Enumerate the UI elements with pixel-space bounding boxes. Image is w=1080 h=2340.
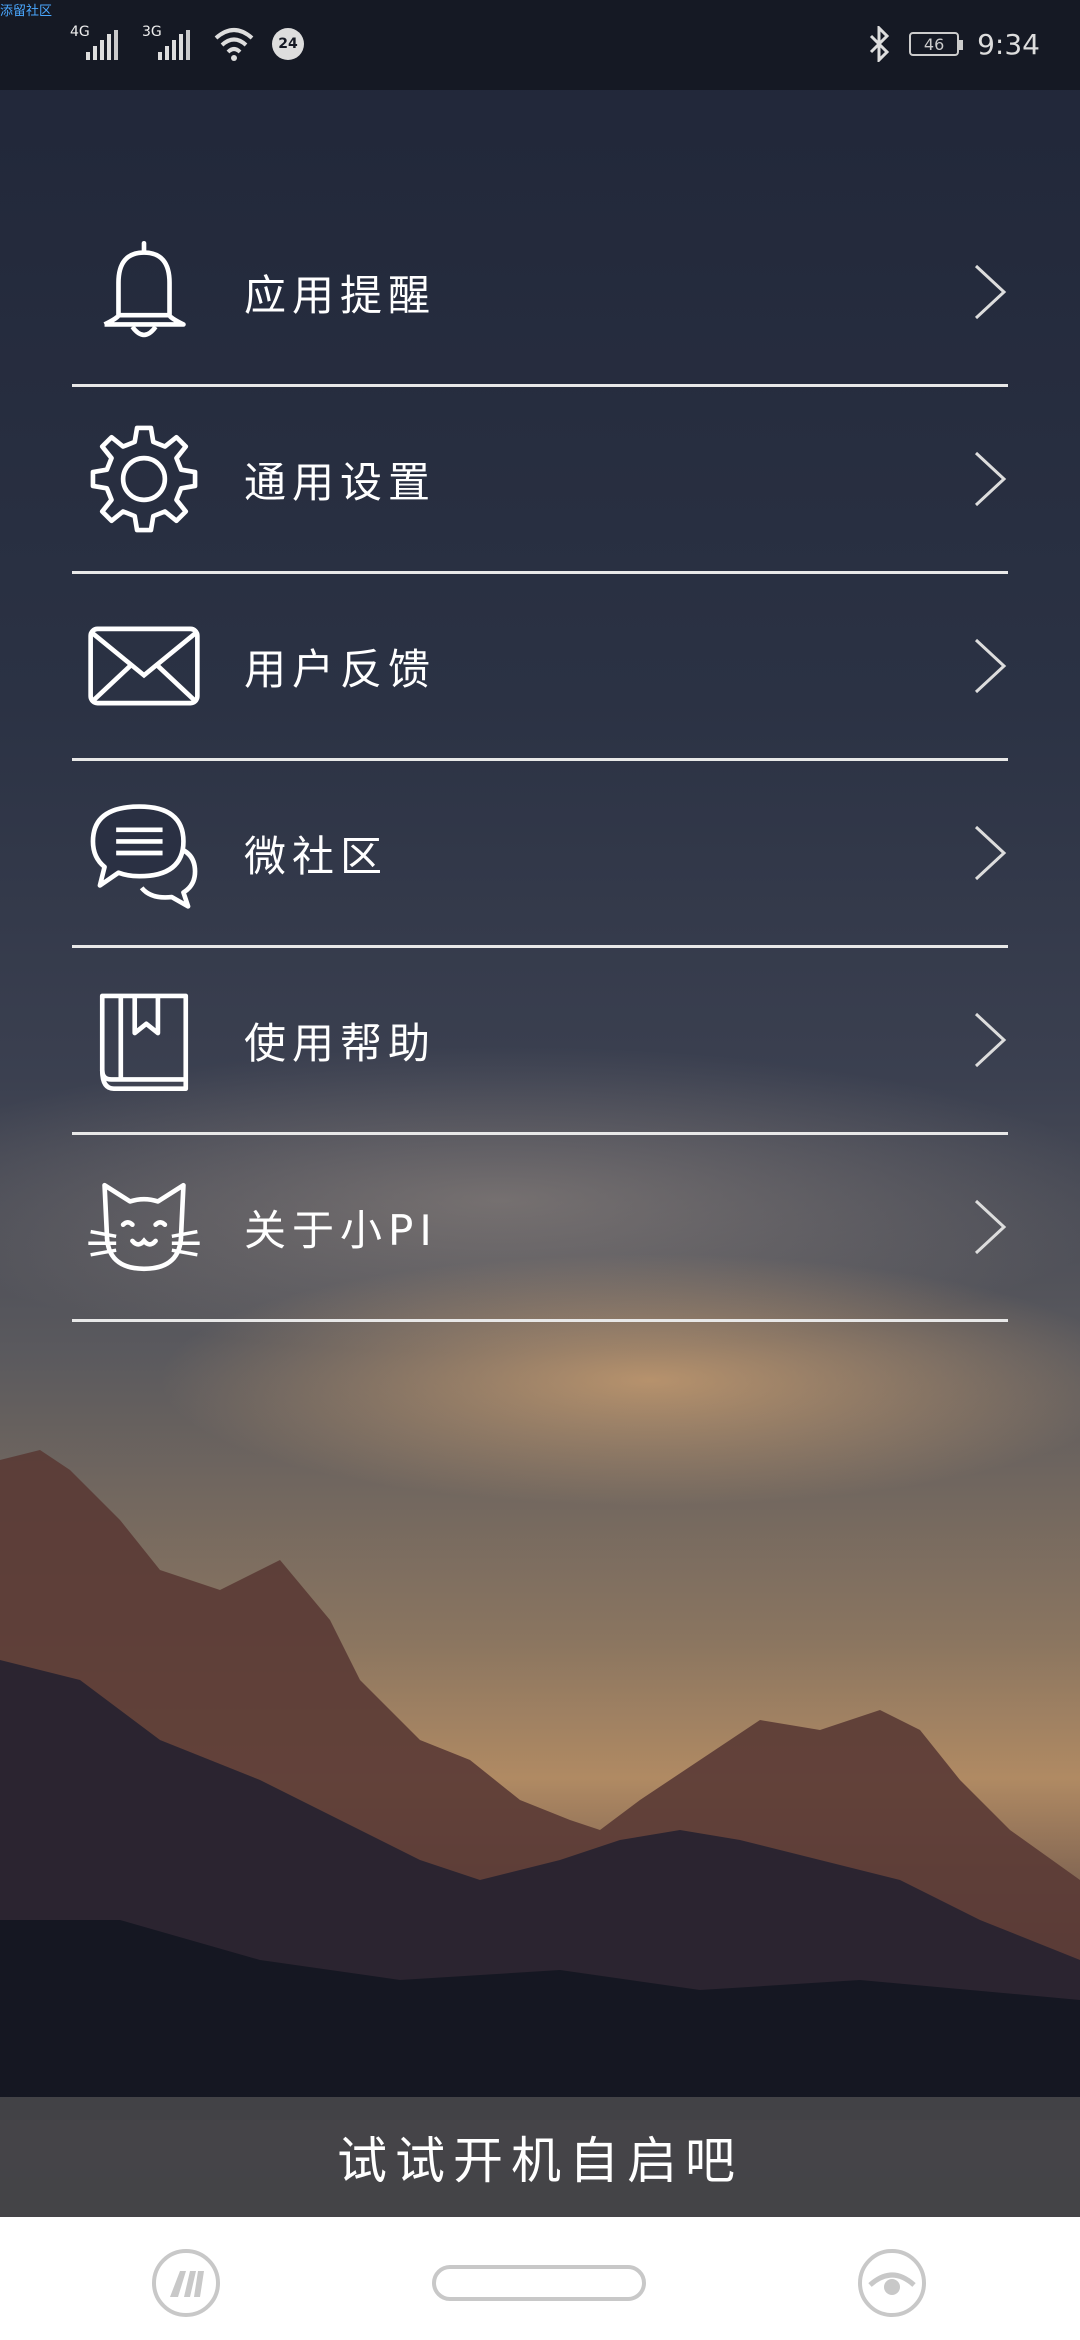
menu-item-about[interactable]: 关于小PI bbox=[72, 1135, 1008, 1322]
app-logo-button-icon[interactable] bbox=[150, 2247, 222, 2319]
bell-icon bbox=[103, 240, 186, 338]
battery-level: 46 bbox=[923, 34, 945, 54]
book-icon bbox=[99, 993, 189, 1092]
chevron-right-icon bbox=[974, 264, 1007, 320]
menu-item-general-settings[interactable]: 通用设置 bbox=[72, 387, 1008, 574]
wifi-icon bbox=[214, 28, 254, 61]
envelope-icon bbox=[88, 626, 200, 706]
menu-item-label: 通用设置 bbox=[244, 457, 437, 507]
status-bar: 4G 3G 24 46 9:34 bbox=[0, 0, 1080, 90]
notification-badge-icon: 24 bbox=[272, 28, 304, 60]
home-pill-button[interactable] bbox=[432, 2265, 646, 2301]
menu-item-help[interactable]: 使用帮助 bbox=[72, 948, 1008, 1135]
gear-icon bbox=[90, 425, 198, 533]
autostart-button[interactable]: 试试开机自启吧 bbox=[0, 2097, 1080, 2217]
battery-icon: 46 bbox=[909, 32, 964, 56]
watermark-text: 添留社区 bbox=[0, 4, 53, 19]
recents-eye-button-icon[interactable] bbox=[856, 2247, 928, 2319]
menu-item-app-reminder[interactable]: 应用提醒 bbox=[72, 200, 1008, 387]
menu-item-label: 应用提醒 bbox=[244, 270, 437, 320]
menu-item-label: 关于小PI bbox=[244, 1205, 438, 1255]
chevron-right-icon bbox=[974, 825, 1007, 881]
cellular-signal-icon: 4G bbox=[70, 24, 124, 64]
menu-item-micro-community[interactable]: 微社区 bbox=[72, 761, 1008, 948]
autostart-label: 试试开机自启吧 bbox=[337, 2132, 743, 2190]
clock: 9:34 bbox=[977, 27, 1040, 61]
cellular-signal-icon: 3G bbox=[142, 24, 196, 64]
chevron-right-icon bbox=[974, 451, 1007, 507]
chevron-right-icon bbox=[974, 1199, 1007, 1255]
bluetooth-icon bbox=[870, 26, 890, 62]
settings-menu: 应用提醒 通用设置 用户反馈 微社区 使用帮助 关于小PI bbox=[72, 200, 1008, 1322]
chat-bubbles-icon bbox=[90, 804, 198, 909]
mountain-silhouette bbox=[0, 1450, 1080, 2120]
system-navigation-bar bbox=[0, 2217, 1080, 2340]
menu-item-user-feedback[interactable]: 用户反馈 bbox=[72, 574, 1008, 761]
menu-item-label: 用户反馈 bbox=[244, 644, 437, 694]
cat-icon bbox=[88, 1182, 200, 1272]
menu-item-label: 使用帮助 bbox=[244, 1018, 437, 1068]
chevron-right-icon bbox=[974, 638, 1007, 694]
menu-item-label: 微社区 bbox=[244, 831, 389, 881]
chevron-right-icon bbox=[974, 1012, 1007, 1068]
